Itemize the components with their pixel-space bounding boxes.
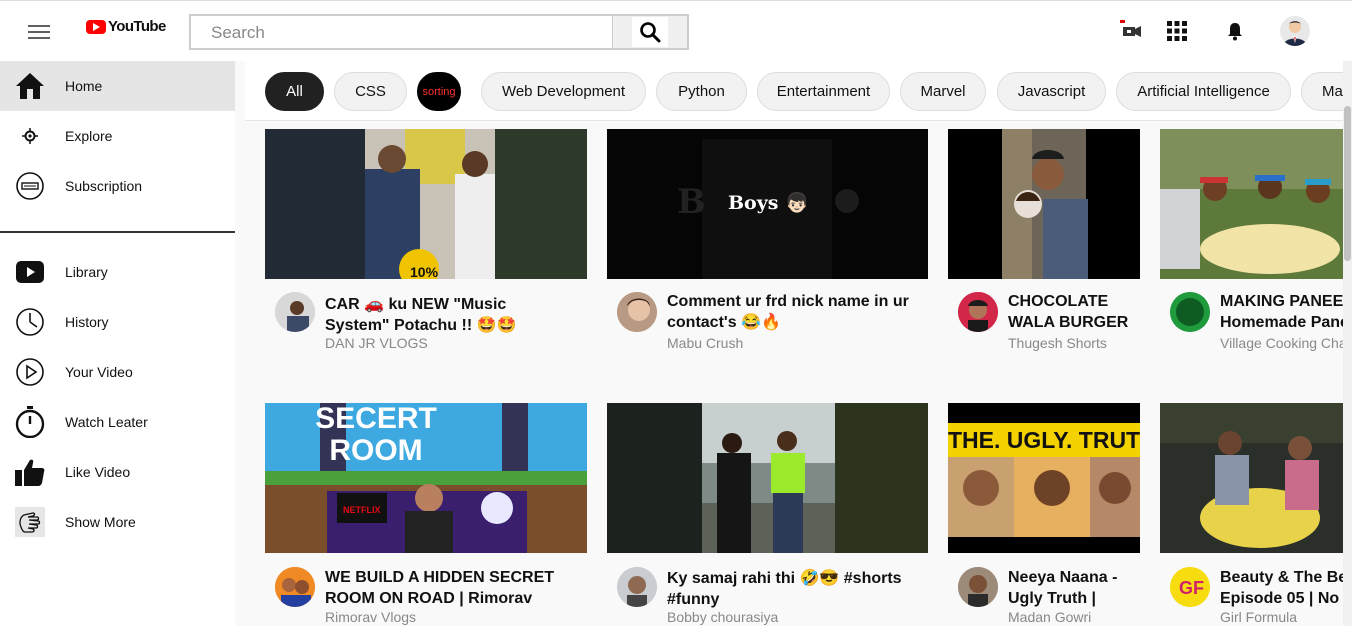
sidebar: Home Explore Subscription Library Histor…: [0, 61, 235, 626]
clock-icon: [15, 307, 45, 337]
svg-text:NETFLIX: NETFLIX: [343, 505, 381, 515]
sidebar-item-watch-later[interactable]: Watch Leater: [0, 397, 235, 447]
sidebar-item-history[interactable]: History: [0, 297, 235, 347]
chip-web-development[interactable]: Web Development: [481, 72, 646, 111]
sidebar-item-label: Library: [65, 264, 108, 280]
thumbnail-text: Boys 👦🏻: [728, 192, 809, 214]
video-thumbnail[interactable]: [1160, 403, 1343, 553]
video-thumbnail[interactable]: NETFLIX SECERT ROOM: [265, 403, 587, 553]
sidebar-item-label: History: [65, 314, 109, 330]
video-title[interactable]: Ky samaj rahi thi 🤣😎 #shorts #funny: [667, 568, 917, 610]
chip-javascript[interactable]: Javascript: [997, 72, 1106, 111]
chip-css[interactable]: CSS: [334, 72, 407, 111]
home-icon: [15, 71, 45, 101]
video-title[interactable]: Comment ur frd nick name in ur contact's…: [667, 291, 917, 333]
sidebar-item-home[interactable]: Home: [0, 61, 235, 111]
video-title[interactable]: Beauty & The Be Episode 05 | No: [1220, 567, 1343, 607]
channel-name[interactable]: Bobby chourasiya: [667, 609, 778, 625]
chip-entertainment[interactable]: Entertainment: [757, 72, 890, 111]
svg-text:10%: 10%: [410, 264, 439, 279]
video-thumbnail[interactable]: B Boys 👦🏻: [607, 129, 928, 279]
video-camera-icon[interactable]: [1118, 18, 1144, 44]
channel-name[interactable]: Thugesh Shorts: [1008, 335, 1107, 351]
svg-text:B: B: [677, 182, 706, 222]
channel-avatar[interactable]: [958, 292, 998, 332]
timer-icon: [15, 406, 45, 438]
video-thumbnail[interactable]: 10%: [265, 129, 587, 279]
video-title[interactable]: Neeya Naana - Ugly Truth |: [1008, 567, 1133, 607]
top-bar: YouTube Search: [0, 0, 1352, 61]
sidebar-item-your-video[interactable]: Your Video: [0, 347, 235, 397]
sidebar-item-like-video[interactable]: Like Video: [0, 447, 235, 497]
sidebar-item-label: Your Video: [65, 364, 133, 380]
compass-icon: [15, 121, 45, 151]
thumbnail-text: SECERT ROOM: [315, 403, 437, 467]
sidebar-item-label: Watch Leater: [65, 414, 148, 430]
video-title[interactable]: CAR 🚗 ku NEW "Music System" Potachu !! 🤩…: [325, 294, 565, 336]
channel-name[interactable]: Girl Formula: [1220, 609, 1297, 625]
page-scrollbar[interactable]: [1343, 61, 1352, 626]
hamburger-icon[interactable]: [28, 25, 50, 39]
channel-avatar[interactable]: [275, 292, 315, 332]
sidebar-item-explore[interactable]: Explore: [0, 111, 235, 161]
channel-name[interactable]: DAN JR VLOGS: [325, 335, 428, 351]
sidebar-item-label: Show More: [65, 514, 136, 530]
video-title[interactable]: MAKING PANEE Homemade Pane: [1220, 291, 1343, 331]
channel-avatar[interactable]: [617, 567, 657, 607]
chip-all[interactable]: All: [265, 72, 324, 111]
channel-name[interactable]: Rimorav Vlogs: [325, 609, 416, 625]
thumbnail-text: THE. UGLY. TRUTH: [948, 427, 1140, 453]
thumbs-up-icon: [15, 457, 45, 487]
filter-chip-bar: All CSS sorting Web Development Python E…: [245, 61, 1352, 121]
chip-sorting[interactable]: sorting: [417, 72, 461, 111]
channel-avatar[interactable]: GF: [1170, 567, 1210, 607]
user-avatar[interactable]: [1280, 16, 1310, 46]
library-icon: [15, 257, 45, 287]
video-card[interactable]: MAKING PANEE Homemade Pane Village Cooki…: [1160, 129, 1343, 359]
sidebar-item-library[interactable]: Library: [0, 247, 235, 297]
hand-icon: [15, 507, 45, 537]
sidebar-item-label: Explore: [65, 128, 113, 144]
channel-name[interactable]: Mabu Crush: [667, 335, 743, 351]
sidebar-divider: [0, 231, 235, 233]
channel-avatar[interactable]: [1170, 292, 1210, 332]
youtube-logo[interactable]: YouTube: [86, 18, 166, 35]
sidebar-item-show-more[interactable]: Show More: [0, 497, 235, 547]
video-title[interactable]: CHOCOLATE WALA BURGER: [1008, 291, 1133, 333]
scrollbar-thumb[interactable]: [1344, 106, 1351, 261]
svg-text:GF: GF: [1179, 578, 1204, 598]
sidebar-item-label: Like Video: [65, 464, 131, 480]
chip-marvel[interactable]: Marvel: [900, 72, 986, 111]
channel-name[interactable]: Village Cooking Cha: [1220, 335, 1343, 351]
bell-icon[interactable]: [1222, 18, 1248, 44]
sidebar-item-label: Subscription: [65, 178, 143, 194]
video-thumbnail[interactable]: [948, 129, 1140, 279]
magnifier-icon: [632, 17, 668, 47]
channel-name[interactable]: Madan Gowri: [1008, 609, 1091, 625]
sidebar-item-subscription[interactable]: Subscription: [0, 161, 235, 211]
chip-artificial-intelligence[interactable]: Artificial Intelligence: [1116, 72, 1291, 111]
play-icon: [15, 357, 45, 387]
grid-icon[interactable]: [1164, 18, 1190, 44]
search-button[interactable]: [613, 14, 689, 50]
video-thumbnail[interactable]: THE. UGLY. TRUTH: [948, 403, 1140, 553]
search-input[interactable]: Search: [189, 14, 614, 50]
sidebar-item-label: Home: [65, 78, 103, 94]
channel-avatar[interactable]: [275, 567, 315, 607]
chip-python[interactable]: Python: [656, 72, 747, 111]
subscription-icon: [15, 171, 45, 201]
logo-text: YouTube: [108, 18, 166, 35]
video-card[interactable]: GF Beauty & The Be Episode 05 | No Girl …: [1160, 403, 1343, 626]
video-thumbnail[interactable]: [1160, 129, 1343, 279]
channel-avatar[interactable]: [958, 567, 998, 607]
youtube-play-icon: [86, 19, 106, 34]
video-title[interactable]: WE BUILD A HIDDEN SECRET ROOM ON ROAD | …: [325, 567, 575, 607]
video-thumbnail[interactable]: [607, 403, 928, 553]
channel-avatar[interactable]: [617, 292, 657, 332]
